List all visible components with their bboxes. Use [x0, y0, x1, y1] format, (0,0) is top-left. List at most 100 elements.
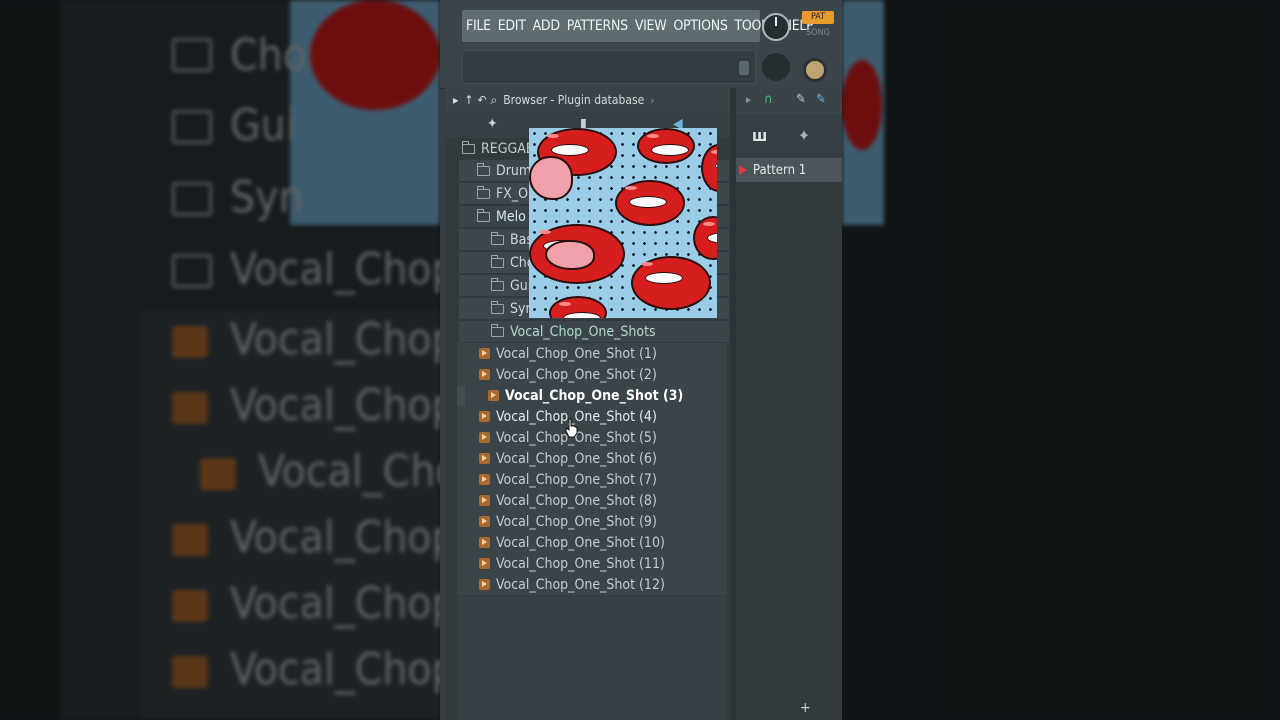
folder-icon [491, 277, 504, 291]
folder-icon [491, 300, 504, 314]
bg-row-text: Syn [230, 172, 304, 223]
waveform-icon[interactable]: ✦ [798, 126, 810, 145]
sample-item[interactable]: Vocal_Chop_One_Shot (7) [479, 469, 749, 490]
lips-graphic [631, 256, 711, 310]
pat-song-toggle[interactable]: PAT SONG [802, 11, 842, 41]
waveform-tab-icon[interactable]: ✦ [487, 116, 498, 132]
sample-item[interactable]: Vocal_Chop_One_Shot (1) [479, 343, 749, 364]
menu-patterns[interactable]: PATTERNS [567, 18, 628, 34]
menu-edit[interactable]: EDIT [498, 18, 526, 34]
bg-row-text: Vocal_Cho [258, 446, 460, 497]
sample-item[interactable]: Vocal_Chop_One_Shot (5) [479, 427, 749, 448]
scroll-grip[interactable] [457, 386, 465, 406]
bg-row-text: Cho [230, 30, 307, 81]
lips-graphic [693, 216, 717, 260]
sample-label: Vocal_Chop_One_Shot (1) [496, 345, 657, 362]
bg-lips [310, 0, 440, 110]
lips-graphic [549, 296, 607, 318]
undo-icon[interactable]: ↶ [477, 93, 486, 107]
hand-cursor-icon [565, 418, 578, 438]
sample-item[interactable]: Vocal_Chop_One_Shot (2) [479, 364, 749, 385]
up-arrow-icon[interactable]: ↑ [464, 93, 473, 107]
bg-sample-icon [172, 590, 208, 622]
lips-graphic [701, 144, 717, 192]
audio-sample-icon [488, 390, 499, 401]
sample-item[interactable]: Vocal_Chop_One_Shot (11) [479, 553, 749, 574]
tongue-graphic [529, 156, 573, 200]
folder-label: Drum [496, 162, 532, 179]
folder-vocal-chop-one-shots[interactable]: Vocal_Chop_One_Shots [459, 321, 729, 342]
add-pattern-button[interactable]: + [800, 700, 811, 716]
bg-sample-icon [172, 524, 208, 556]
bg-row-text: Vocal_Chop [230, 314, 457, 365]
folder-label: Melo [496, 208, 526, 225]
bg-folder-icon [172, 182, 212, 216]
pattern-label: Pattern 1 [753, 162, 807, 178]
audio-sample-icon [479, 453, 490, 464]
piano-roll-icon[interactable]: ш [752, 126, 767, 145]
audio-sample-icon [479, 411, 490, 422]
folder-icon [477, 208, 490, 222]
pat-mode[interactable]: PAT [802, 11, 834, 24]
sample-label: Vocal_Chop_One_Shot (3) [505, 387, 684, 404]
bg-lips [842, 60, 882, 150]
brush-icon[interactable]: ✎ [816, 92, 826, 107]
bg-row-text: Vocal_Chop [230, 380, 457, 431]
folder-label: REGGAE [481, 140, 534, 157]
audio-sample-icon [479, 579, 490, 590]
bg-row-text: Vocal_Chop [230, 578, 457, 629]
menu-add[interactable]: ADD [533, 18, 560, 34]
pattern-panel: ▸ ∩ ✎ ✎ ш ✦ Pattern 1 + [736, 88, 842, 720]
bg-sample-icon [172, 392, 208, 424]
sample-item[interactable]: Vocal_Chop_One_Shot (6) [479, 448, 749, 469]
sample-label: Vocal_Chop_One_Shot (10) [496, 534, 665, 551]
sample-label: Vocal_Chop_One_Shot (7) [496, 471, 657, 488]
sample-item-active[interactable]: Vocal_Chop_One_Shot (3) [488, 385, 758, 406]
bg-sample-icon [172, 326, 208, 358]
song-mode[interactable]: SONG [802, 27, 834, 40]
sample-label: Vocal_Chop_One_Shot (11) [496, 555, 665, 572]
sample-label: Vocal_Chop_One_Shot (8) [496, 492, 657, 509]
folder-icon [477, 162, 490, 176]
expand-arrow-icon[interactable]: ▸ [453, 93, 458, 107]
browser-empty-area [457, 596, 727, 720]
bg-row-text: Gui [230, 100, 297, 151]
bg-row-text: Vocal_Chop [230, 244, 457, 295]
menu-view[interactable]: VIEW [635, 18, 667, 34]
sample-item[interactable]: Vocal_Chop_One_Shot (8) [479, 490, 749, 511]
sample-label: Vocal_Chop_One_Shot (12) [496, 576, 665, 593]
sample-item[interactable]: Vocal_Chop_One_Shot (12) [479, 574, 749, 595]
sample-item[interactable]: Vocal_Chop_One_Shot (4) [479, 406, 749, 427]
tempo-knob[interactable] [803, 58, 827, 82]
sample-item[interactable]: Vocal_Chop_One_Shot (9) [479, 511, 749, 532]
daw-window: FILE EDIT ADD PATTERNS VIEW OPTIONS TOOL… [440, 0, 842, 720]
bg-row-text: Vocal_Chop [230, 512, 457, 563]
bg-row-text: Vocal_Chop [230, 644, 457, 695]
folder-label: Vocal_Chop_One_Shots [510, 323, 656, 340]
browser-title: Browser - Plugin database [503, 93, 645, 107]
master-pitch-knob[interactable] [762, 53, 790, 81]
audio-sample-icon [479, 348, 490, 359]
tongue-graphic [545, 240, 595, 270]
main-menu: FILE EDIT ADD PATTERNS VIEW OPTIONS TOOL… [462, 10, 814, 42]
folder-icon [462, 140, 475, 154]
sample-item[interactable]: Vocal_Chop_One_Shot (10) [479, 532, 749, 553]
menu-options[interactable]: OPTIONS [673, 18, 727, 34]
audio-sample-icon [479, 369, 490, 380]
audio-sample-icon [479, 558, 490, 569]
search-icon[interactable]: ⌕ [491, 93, 498, 108]
sample-artwork-image [529, 128, 717, 318]
expand-arrow-icon[interactable]: ▸ [746, 93, 751, 106]
hint-icon [739, 61, 749, 75]
menu-file[interactable]: FILE [466, 18, 491, 34]
magnet-icon[interactable]: ∩ [764, 92, 773, 107]
audio-sample-icon [479, 432, 490, 443]
master-volume-knob[interactable] [762, 13, 790, 41]
pattern-item[interactable]: Pattern 1 [736, 158, 842, 182]
pencil-icon[interactable]: ✎ [796, 92, 806, 107]
folder-icon [491, 323, 504, 337]
audio-sample-icon [479, 474, 490, 485]
bg-folder-icon [172, 38, 212, 72]
audio-sample-icon [479, 516, 490, 527]
pattern-tools: ш ✦ [736, 114, 842, 158]
